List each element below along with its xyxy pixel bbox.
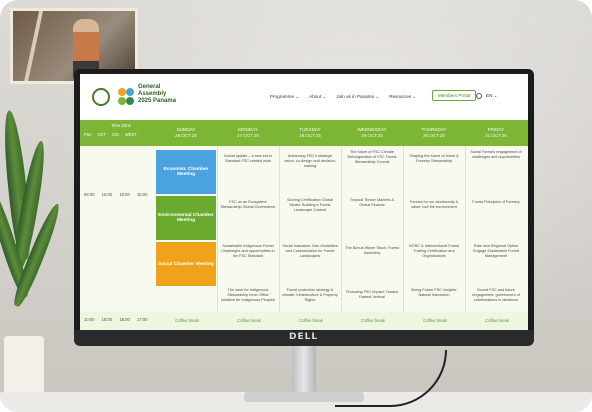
session-cell[interactable]: The future of FSC Climate Reinvigoration…: [344, 150, 400, 165]
day-header: TUESDAY 28.OCT.25: [299, 127, 321, 138]
table-header: Time Zone Pan CET CIS WEST SUNDAY 26.OCT.…: [80, 120, 528, 146]
photo-scene: DELL General Assembly 2025 Panama Progra…: [0, 0, 592, 412]
fsc-logo-icon[interactable]: [92, 88, 110, 106]
session-cell[interactable]: Financing FSC Impact: Toward Fastest Ver…: [344, 290, 400, 300]
coffee-break-cell: Coffee break: [299, 318, 323, 323]
search-icon[interactable]: [476, 93, 482, 99]
social-chamber-block[interactable]: Social Chamber Meeting: [156, 242, 216, 286]
assembly-logo-icon: [118, 88, 134, 106]
main-nav: Programme ⌄ About ⌄ Join us in Panama ⌄ …: [270, 94, 416, 100]
nav-programme[interactable]: Programme ⌄: [270, 94, 299, 100]
session-cell[interactable]: Forest Principles of Forestry: [468, 200, 524, 205]
environmental-chamber-block[interactable]: Environmental Chamber Meeting: [156, 196, 216, 240]
time-cell: 08:00 15:00 16:00 15:00: [84, 192, 148, 197]
language-select[interactable]: EN ⌄: [486, 93, 498, 99]
monitor-brand: DELL: [289, 332, 319, 342]
coffee-break-cell: Coffee break: [175, 318, 199, 323]
session-cell[interactable]: The Bonus Waver Stock: Forest Assembly: [344, 246, 400, 256]
session-cell[interactable]: Global update – a new era in Standard FS…: [220, 154, 276, 164]
event-title[interactable]: General Assembly 2025 Panama: [138, 84, 176, 105]
session-cell[interactable]: Social Indicators: Non-Modalities and Cu…: [282, 244, 338, 259]
monitor-base: [244, 392, 364, 402]
session-cell[interactable]: Sound FSC and future engagement: governm…: [468, 288, 524, 303]
nav-about[interactable]: About ⌄: [309, 94, 326, 100]
day-header: MONDAY 27.OCT.25: [237, 127, 259, 138]
session-cell[interactable]: Advancing FSC's strategic vision: co-des…: [282, 154, 338, 169]
timezone-header: Time Zone: [111, 123, 131, 128]
coffee-break-cell: Coffee break: [423, 318, 447, 323]
economic-chamber-block[interactable]: Economic Chamber Meeting: [156, 150, 216, 194]
session-cell[interactable]: Rate new Regional Option Engage Sustaina…: [468, 244, 524, 259]
session-cell[interactable]: FSC as an Ecosystem Stewardship Global G…: [220, 200, 276, 210]
day-header: THURSDAY 30.OCT.25: [421, 127, 447, 138]
coffee-break-cell: Coffee break: [361, 318, 385, 323]
day-header: SUNDAY 26.OCT.25: [175, 127, 197, 138]
session-cell[interactable]: Sustainable Indigenous Forest Challenges…: [220, 244, 276, 259]
coffee-break-cell: Coffee break: [237, 318, 261, 323]
coffee-break-cell: Coffee break: [485, 318, 509, 323]
session-cell[interactable]: Forests for our biodiversity & value: to…: [406, 200, 462, 210]
session-cell[interactable]: NORC & Intersectional Forest Trading Cer…: [406, 244, 462, 259]
session-cell[interactable]: Social Forest's engagement of challenges…: [468, 150, 524, 160]
nav-resources[interactable]: Resources ⌄: [389, 94, 416, 100]
session-cell[interactable]: Forest protection strategy & climate: In…: [282, 288, 338, 303]
session-cell[interactable]: The case for Indigenous Stewardship Inne…: [220, 288, 276, 303]
day-header: WEDNESDAY 29.OCT.25: [357, 127, 387, 138]
site-header: General Assembly 2025 Panama Programme ⌄…: [80, 74, 528, 120]
programme-table: Time Zone Pan CET CIS WEST SUNDAY 26.OCT.…: [80, 120, 528, 330]
session-cell[interactable]: Shaping the future of forest & Forestry …: [406, 154, 462, 164]
time-cell: 10:00 18:00 18:00 17:00: [84, 317, 148, 322]
day-header: FRIDAY 31.OCT.25: [485, 127, 507, 138]
nav-join[interactable]: Join us in Panama ⌄: [336, 94, 379, 100]
session-cell[interactable]: Scoring Certification Global Model: Buil…: [282, 198, 338, 213]
session-cell[interactable]: Sizing Future FSC Insights: Natural Inte…: [406, 288, 462, 298]
monitor-stand: [292, 346, 316, 398]
monitor-screen: General Assembly 2025 Panama Programme ⌄…: [80, 74, 528, 330]
members-portal-button[interactable]: Members Portal: [432, 90, 477, 101]
timezone-columns: Pan CET CIS WEST: [84, 132, 137, 137]
session-cell[interactable]: Tropical Timber Markets & Global Finance: [344, 198, 400, 208]
